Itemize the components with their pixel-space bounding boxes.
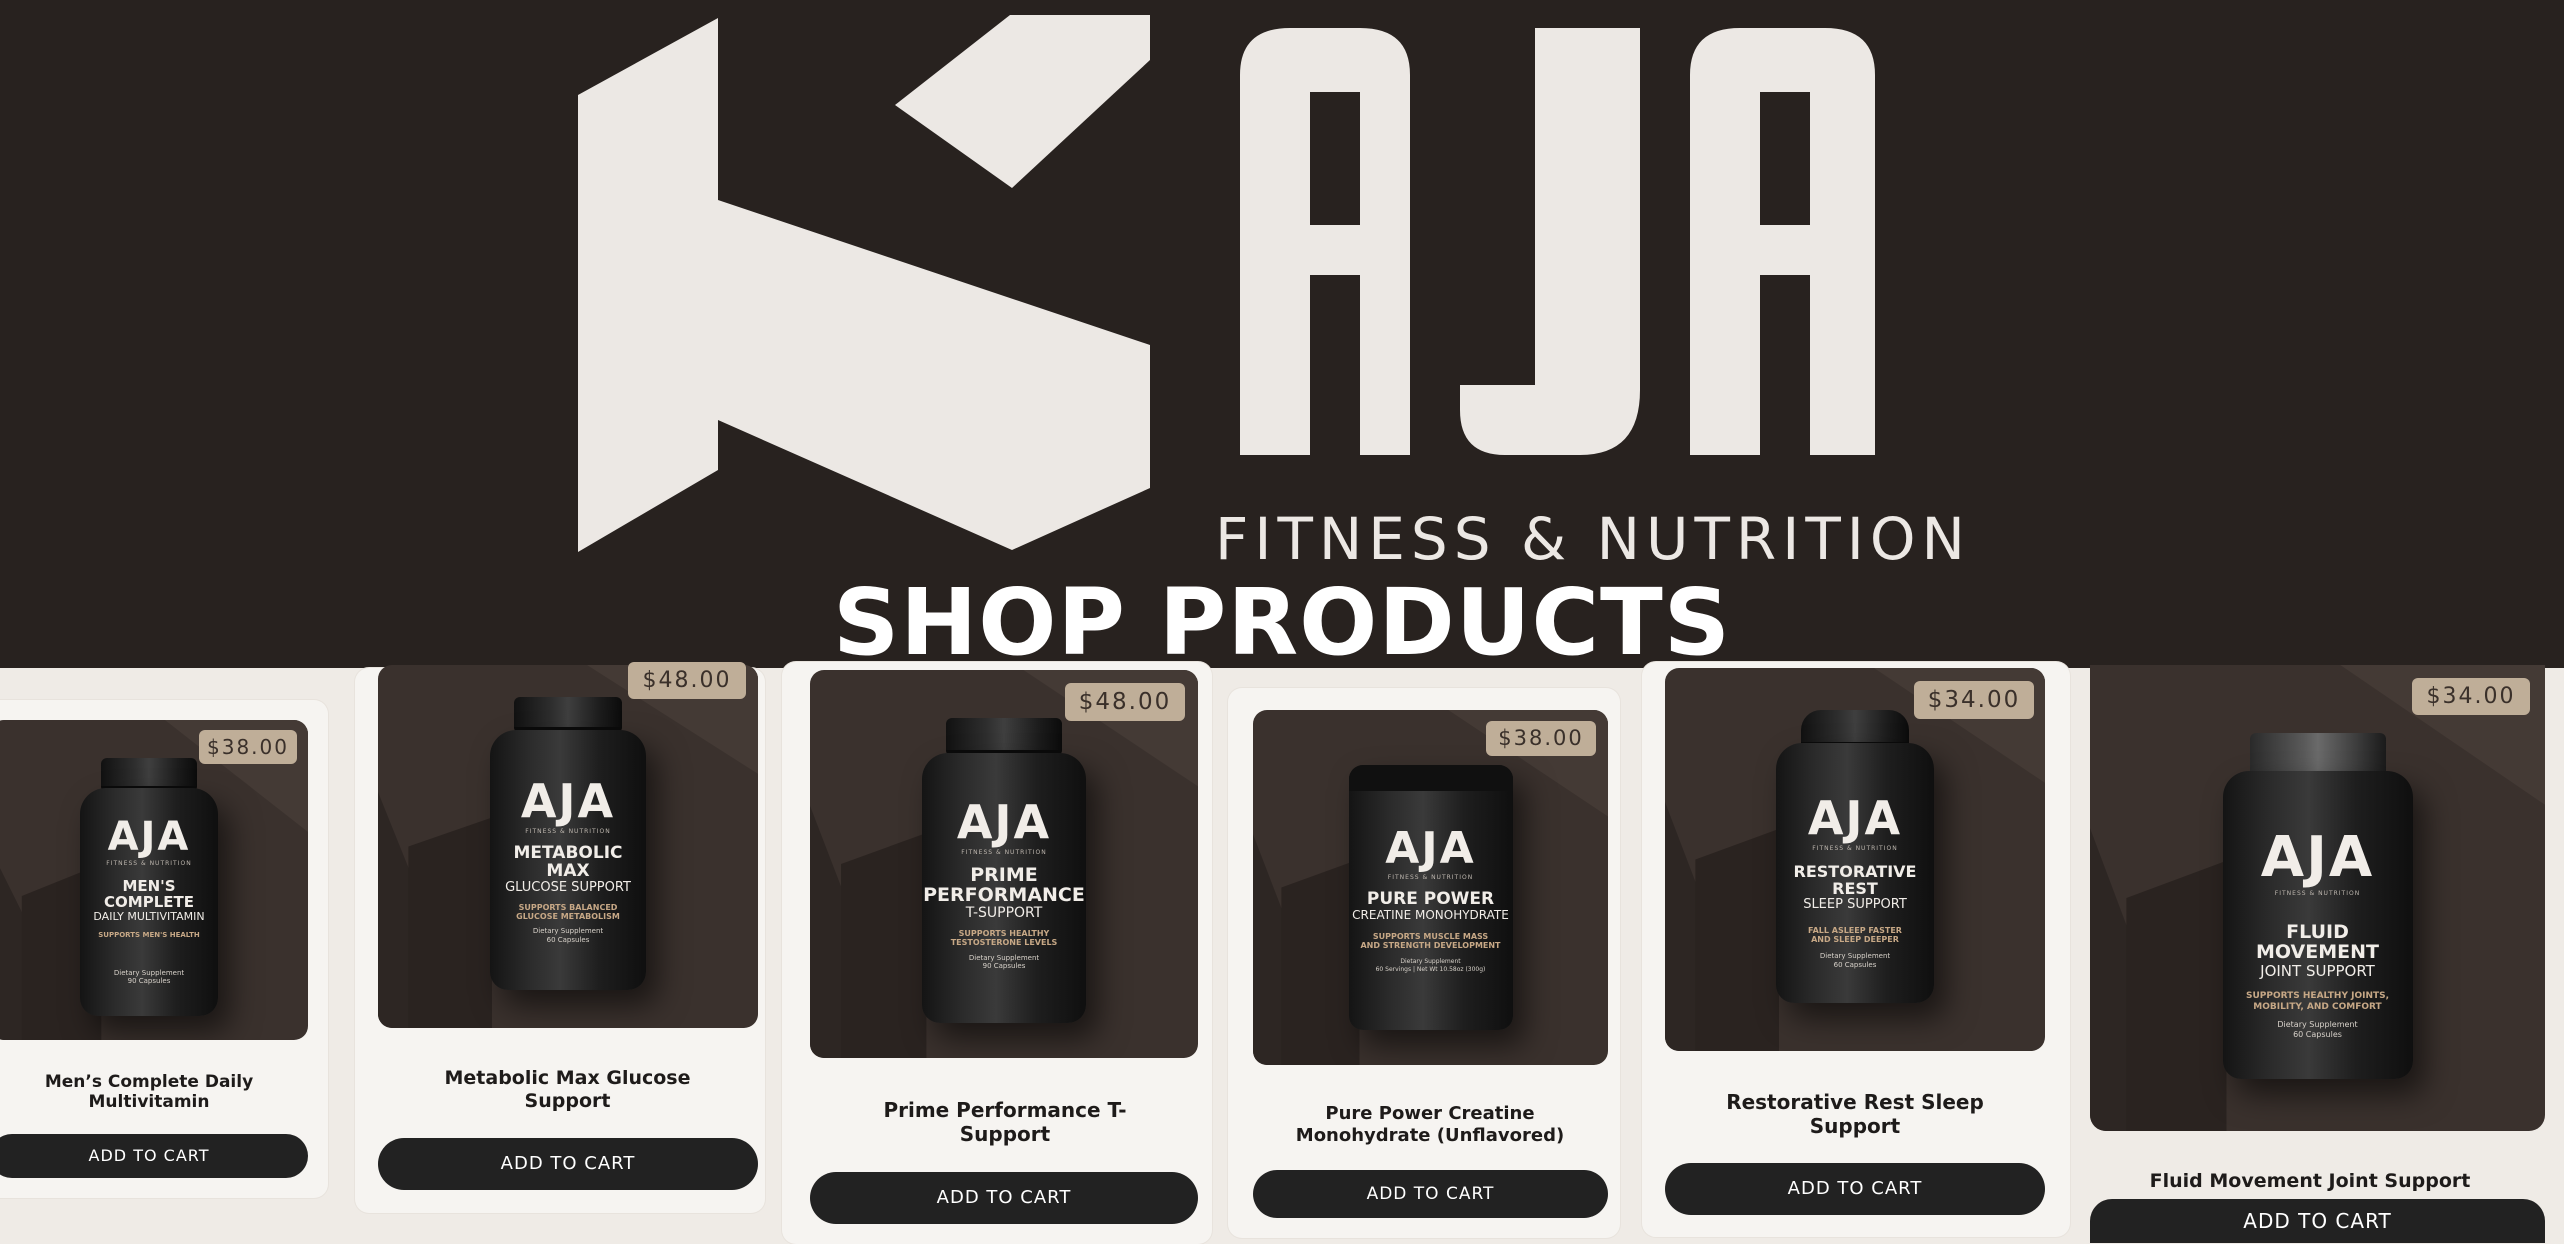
add-to-cart-button[interactable]: ADD TO CART: [378, 1138, 758, 1190]
product-image[interactable]: AJA FITNESS & NUTRITION MEN'S COMPLETE D…: [0, 720, 308, 1040]
product-image[interactable]: AJA FITNESS & NUTRITION FLUID MOVEMENT J…: [2090, 665, 2545, 1131]
page-title: SHOP PRODUCTS: [832, 569, 1731, 668]
product-title[interactable]: Metabolic Max Glucose Support: [410, 1067, 725, 1113]
product-image[interactable]: AJA FITNESS & NUTRITION PURE POWER CREAT…: [1253, 710, 1608, 1065]
price-badge: $38.00: [199, 730, 297, 764]
product-image[interactable]: AJA FITNESS & NUTRITION PRIME PERFORMANC…: [810, 670, 1198, 1058]
product-title[interactable]: Restorative Rest Sleep Support: [1690, 1090, 2020, 1138]
price-badge: $48.00: [628, 662, 746, 699]
hero-banner: FITNESS & NUTRITION SHOP PRODUCTS: [0, 0, 2564, 668]
product-image[interactable]: AJA FITNESS & NUTRITION METABOLIC MAX GL…: [378, 665, 758, 1028]
product-image[interactable]: AJA FITNESS & NUTRITION RESTORATIVE REST…: [1665, 668, 2045, 1051]
product-title[interactable]: Men’s Complete Daily Multivitamin: [10, 1072, 288, 1113]
price-badge: $38.00: [1486, 721, 1596, 756]
product-title[interactable]: Prime Performance T-Support: [860, 1098, 1150, 1146]
add-to-cart-button[interactable]: ADD TO CART: [810, 1172, 1198, 1224]
product-title[interactable]: Pure Power Creatine Monohydrate (Unflavo…: [1270, 1103, 1590, 1146]
price-badge: $34.00: [1914, 681, 2034, 719]
add-to-cart-button[interactable]: ADD TO CART: [2090, 1199, 2545, 1243]
brand-tagline: FITNESS & NUTRITION: [1215, 505, 1971, 573]
add-to-cart-button[interactable]: ADD TO CART: [0, 1134, 308, 1178]
price-badge: $48.00: [1065, 683, 1185, 721]
add-to-cart-button[interactable]: ADD TO CART: [1665, 1163, 2045, 1215]
price-badge: $34.00: [2412, 678, 2530, 715]
product-title[interactable]: Fluid Movement Joint Support: [2110, 1170, 2510, 1193]
add-to-cart-button[interactable]: ADD TO CART: [1253, 1170, 1608, 1218]
